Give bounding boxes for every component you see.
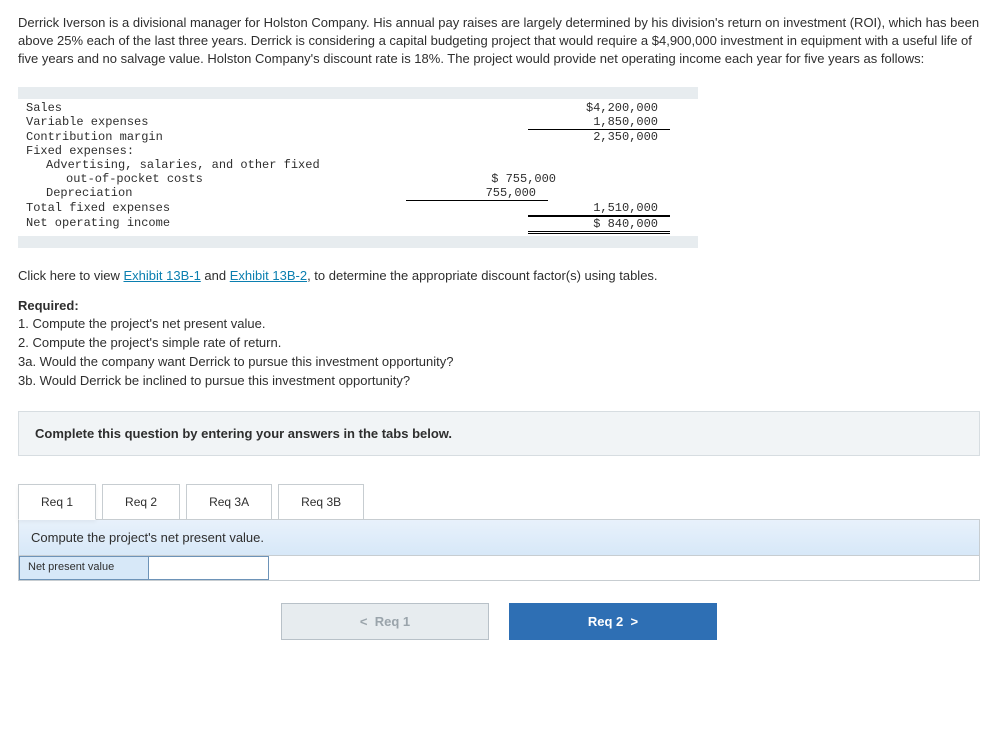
required-3a: 3a. Would the company want Derrick to pu… <box>18 354 453 369</box>
row-adv-label1: Advertising, salaries, and other fixed <box>18 158 406 172</box>
required-1: 1. Compute the project's net present val… <box>18 316 265 331</box>
row-sales-label: Sales <box>18 101 386 115</box>
tab-req-3a[interactable]: Req 3A <box>186 484 272 520</box>
nav-row: < Req 1 Req 2 > <box>18 603 980 640</box>
next-button-label: Req 2 <box>588 614 623 629</box>
required-2: 2. Compute the project's simple rate of … <box>18 335 281 350</box>
problem-intro: Derrick Iverson is a divisional manager … <box>18 14 980 69</box>
prev-button[interactable]: < Req 1 <box>281 603 489 640</box>
answer-area: Net present value <box>18 556 980 581</box>
tab-req-2[interactable]: Req 2 <box>102 484 180 520</box>
row-sales-value: $4,200,000 <box>528 101 670 115</box>
row-adv-value: $ 755,000 <box>426 172 568 186</box>
required-block: Required: 1. Compute the project's net p… <box>18 297 980 391</box>
required-heading: Required: <box>18 298 79 313</box>
answer-label-npv: Net present value <box>19 556 149 580</box>
row-noi-value: $ 840,000 <box>528 216 670 234</box>
tab-bar: Req 1 Req 2 Req 3A Req 3B <box>18 484 980 520</box>
instruction-box: Complete this question by entering your … <box>18 411 980 456</box>
chevron-left-icon: < <box>360 614 368 629</box>
tab-req-1[interactable]: Req 1 <box>18 484 96 520</box>
row-noi-label: Net operating income <box>18 216 386 234</box>
row-tfe-label: Total fixed expenses <box>18 201 386 216</box>
tab-req-3b[interactable]: Req 3B <box>278 484 364 520</box>
exhibit-line: Click here to view Exhibit 13B-1 and Exh… <box>18 268 980 283</box>
npv-input[interactable] <box>149 556 269 580</box>
exhibit-pre: Click here to view <box>18 268 123 283</box>
tab-panel-prompt: Compute the project's net present value. <box>18 519 980 556</box>
row-dep-label: Depreciation <box>18 186 406 201</box>
row-adv-label2: out-of-pocket costs <box>18 172 426 186</box>
row-cm-value: 2,350,000 <box>528 130 670 144</box>
exhibit-post: , to determine the appropriate discount … <box>307 268 657 283</box>
exhibit-13b-2-link[interactable]: Exhibit 13B-2 <box>230 268 307 283</box>
row-fixed-label: Fixed expenses: <box>18 144 386 158</box>
prev-button-label: Req 1 <box>375 614 410 629</box>
exhibit-and: and <box>201 268 230 283</box>
next-button[interactable]: Req 2 > <box>509 603 717 640</box>
income-statement: Sales $4,200,000 Variable expenses 1,850… <box>18 87 698 248</box>
chevron-right-icon: > <box>631 614 639 629</box>
row-varexp-label: Variable expenses <box>18 115 386 130</box>
row-dep-value: 755,000 <box>406 186 548 201</box>
row-tfe-value: 1,510,000 <box>528 201 670 216</box>
row-varexp-value: 1,850,000 <box>528 115 670 130</box>
row-cm-label: Contribution margin <box>18 130 386 144</box>
exhibit-13b-1-link[interactable]: Exhibit 13B-1 <box>123 268 200 283</box>
required-3b: 3b. Would Derrick be inclined to pursue … <box>18 373 410 388</box>
